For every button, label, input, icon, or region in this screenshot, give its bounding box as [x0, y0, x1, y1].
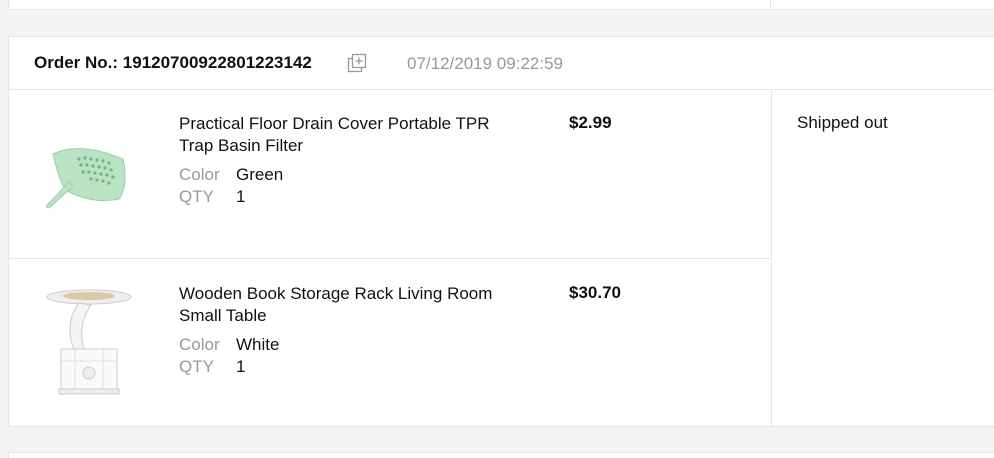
order-card: Order No.: 19120700922801223142 07/12/20… [8, 36, 994, 427]
orders-page: Order No.: 19120700922801223142 07/12/20… [0, 0, 994, 458]
next-order-card [8, 452, 994, 458]
divider [770, 0, 771, 9]
color-label: Color [179, 335, 220, 354]
color-value: White [236, 335, 280, 354]
order-item: Wooden Book Storage Rack Living Room Sma… [9, 259, 771, 428]
color-label: Color [179, 165, 220, 184]
order-item: Practical Floor Drain Cover Portable TPR… [9, 89, 771, 259]
item-price: $2.99 [569, 113, 612, 132]
order-header: Order No.: 19120700922801223142 07/12/20… [9, 37, 994, 90]
item-price: $30.70 [569, 283, 621, 302]
order-status: Shipped out [797, 113, 888, 132]
order-items: Practical Floor Drain Cover Portable TPR… [9, 89, 772, 426]
order-number: Order No.: 19120700922801223142 [34, 53, 312, 72]
qty-label: QTY [179, 187, 214, 206]
item-color-row: Color White [179, 334, 279, 356]
book-storage-table-thumbnail[interactable] [39, 285, 139, 395]
qty-value: 1 [236, 187, 246, 206]
item-color-row: Color Green [179, 164, 283, 186]
qty-value: 1 [236, 357, 246, 376]
color-value: Green [236, 165, 284, 184]
qty-label: QTY [179, 357, 214, 376]
item-qty-row: QTY 1 [179, 186, 245, 208]
copy-plus-icon[interactable] [347, 53, 369, 73]
previous-order-card [8, 0, 994, 10]
item-title[interactable]: Wooden Book Storage Rack Living Room Sma… [179, 283, 524, 327]
order-date: 07/12/2019 09:22:59 [407, 54, 563, 73]
floor-drain-cover-thumbnail[interactable] [39, 119, 139, 229]
item-qty-row: QTY 1 [179, 356, 245, 378]
item-title[interactable]: Practical Floor Drain Cover Portable TPR… [179, 113, 524, 157]
